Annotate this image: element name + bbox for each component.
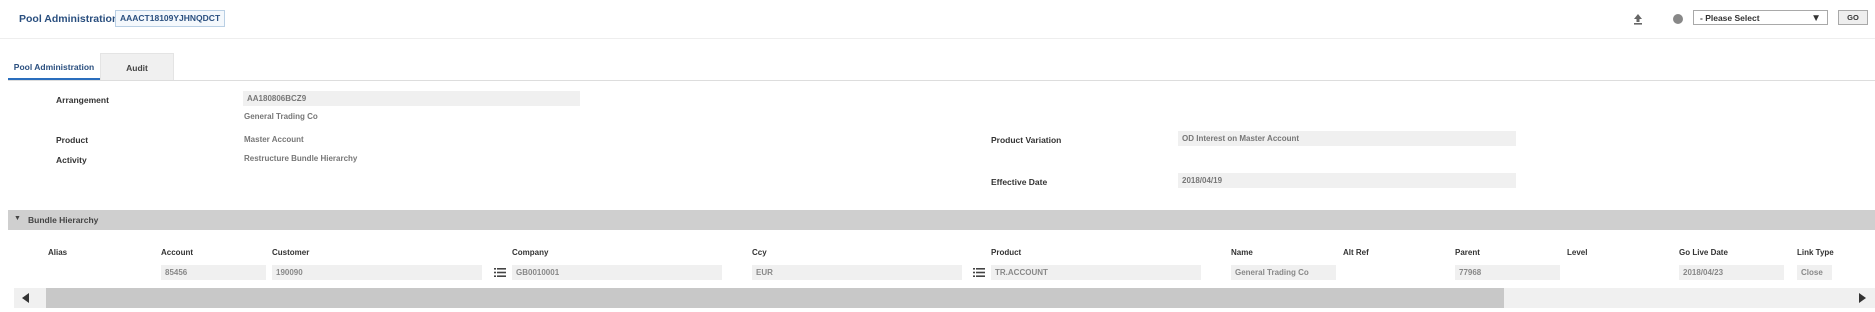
customer-cell[interactable]: 190090 xyxy=(272,265,482,280)
product-value: Master Account xyxy=(244,135,304,144)
column-header-alt-ref: Alt Ref xyxy=(1343,248,1369,257)
column-header-alias: Alias xyxy=(48,248,68,257)
activity-label: Activity xyxy=(56,155,87,165)
tab-audit[interactable]: Audit xyxy=(100,53,174,81)
arrangement-reference-badge[interactable]: AAACT18109YJHNQDCT xyxy=(115,10,226,27)
collapse-triangle-icon[interactable]: ▼ xyxy=(14,215,21,222)
product-label: Product xyxy=(56,135,89,145)
scrollbar-thumb[interactable] xyxy=(46,288,1504,308)
column-header-level: Level xyxy=(1567,248,1588,257)
tab-divider xyxy=(8,80,1875,81)
column-header-product: Product xyxy=(991,248,1022,257)
product-cell[interactable]: TR.ACCOUNT xyxy=(991,265,1201,280)
action-select[interactable]: - Please Select ▼ xyxy=(1693,10,1828,25)
section-title: Bundle Hierarchy xyxy=(28,215,99,225)
tab-pool-administration[interactable]: Pool Administration xyxy=(8,53,100,81)
company-cell[interactable]: GB0010001 xyxy=(512,265,722,280)
bundle-hierarchy-section-header[interactable]: ▼ Bundle Hierarchy xyxy=(8,210,1875,230)
horizontal-scrollbar[interactable] xyxy=(14,288,1875,308)
ccy-cell[interactable]: EUR xyxy=(752,265,962,280)
column-header-account: Account xyxy=(161,248,193,257)
effective-date-field[interactable]: 2018/04/19 xyxy=(1178,173,1516,188)
link-type-cell[interactable]: Close xyxy=(1797,265,1832,280)
app-header: Pool Administration AAACT18109YJHNQDCT -… xyxy=(0,0,1875,39)
go-live-date-cell[interactable]: 2018/04/23 xyxy=(1679,265,1784,280)
arrangement-label: Arrangement xyxy=(56,95,109,105)
column-header-go-live-date: Go Live Date xyxy=(1679,248,1728,257)
list-icon[interactable] xyxy=(973,267,985,278)
action-select-value: - Please Select xyxy=(1700,13,1760,23)
column-header-link-type: Link Type xyxy=(1797,248,1834,257)
info-icon[interactable] xyxy=(1671,12,1685,26)
column-header-parent: Parent xyxy=(1455,248,1480,257)
product-variation-field[interactable]: OD Interest on Master Account xyxy=(1178,131,1516,146)
chevron-down-icon: ▼ xyxy=(1811,13,1821,24)
name-cell[interactable]: General Trading Co xyxy=(1231,265,1336,280)
effective-date-label: Effective Date xyxy=(991,177,1048,187)
arrangement-field[interactable]: AA180806BCZ9 xyxy=(243,91,580,106)
upload-icon[interactable] xyxy=(1631,12,1645,26)
activity-value: Restructure Bundle Hierarchy xyxy=(244,154,358,163)
column-header-customer: Customer xyxy=(272,248,310,257)
product-variation-label: Product Variation xyxy=(991,135,1062,145)
parent-cell[interactable]: 77968 xyxy=(1455,265,1560,280)
scroll-right-icon[interactable] xyxy=(1859,293,1867,305)
list-icon[interactable] xyxy=(494,267,506,278)
account-cell[interactable]: 85456 xyxy=(161,265,266,280)
scroll-left-icon[interactable] xyxy=(22,293,30,305)
column-header-name: Name xyxy=(1231,248,1253,257)
go-button[interactable]: GO xyxy=(1838,10,1868,25)
page-title: Pool Administration xyxy=(19,13,119,25)
column-header-ccy: Ccy xyxy=(752,248,767,257)
column-header-company: Company xyxy=(512,248,549,257)
arrangement-customer-name: General Trading Co xyxy=(244,112,318,121)
